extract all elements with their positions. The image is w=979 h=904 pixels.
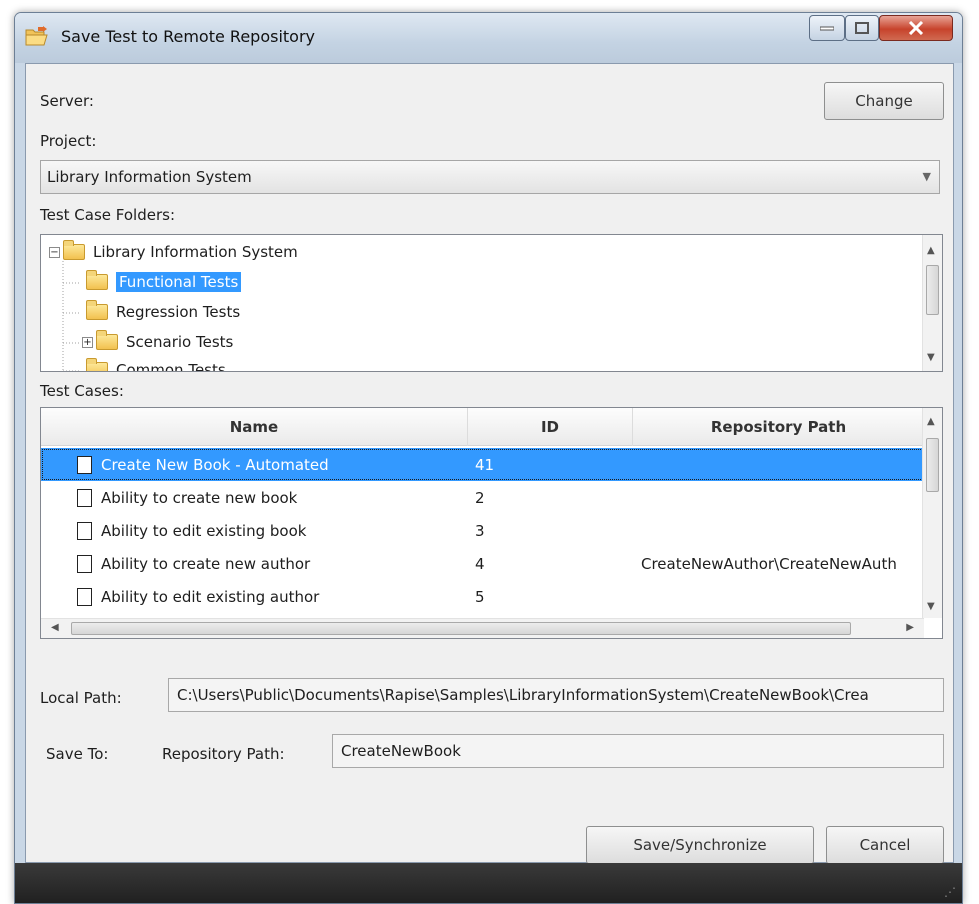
tree-node-label: Functional Tests bbox=[116, 272, 242, 292]
expand-icon[interactable]: + bbox=[82, 336, 93, 348]
tree-node-label: Regression Tests bbox=[116, 303, 241, 321]
row-path bbox=[641, 580, 923, 613]
close-button[interactable] bbox=[879, 15, 953, 41]
table-row[interactable]: Ability to create new author 4 CreateNew… bbox=[41, 547, 924, 580]
document-icon bbox=[77, 587, 92, 606]
scroll-left-icon[interactable]: ◀ bbox=[51, 622, 59, 633]
project-label: Project: bbox=[40, 132, 97, 150]
tree-node-functional-tests[interactable]: Functional Tests bbox=[86, 269, 242, 295]
project-selected-value: Library Information System bbox=[47, 168, 252, 186]
row-name: Ability to create new book bbox=[101, 488, 298, 507]
tree-node-label: Common Tests bbox=[116, 361, 226, 372]
local-path-label: Local Path: bbox=[40, 689, 122, 707]
row-id: 5 bbox=[475, 587, 485, 606]
scroll-thumb[interactable] bbox=[926, 438, 939, 492]
row-id: 41 bbox=[475, 455, 495, 474]
folders-label: Test Case Folders: bbox=[40, 206, 176, 224]
folder-icon bbox=[96, 330, 118, 350]
scroll-thumb[interactable] bbox=[926, 265, 939, 315]
save-to-label: Save To: bbox=[46, 745, 109, 763]
change-button[interactable]: Change bbox=[824, 82, 944, 120]
row-id: 3 bbox=[475, 521, 485, 540]
cell-name: Ability to edit existing book bbox=[77, 514, 467, 547]
tree-node-regression-tests[interactable]: Regression Tests bbox=[86, 299, 240, 325]
tree-node-scenario-tests[interactable]: + Scenario Tests bbox=[82, 329, 233, 355]
row-path: CreateNewAuthor\CreateNewAuth bbox=[641, 554, 897, 573]
scroll-thumb[interactable] bbox=[71, 622, 851, 635]
status-bar: ⋰ bbox=[15, 863, 962, 903]
document-icon bbox=[77, 521, 92, 540]
save-synchronize-button[interactable]: Save/Synchronize bbox=[586, 826, 814, 864]
project-dropdown[interactable]: Library Information System ▼ bbox=[40, 160, 940, 194]
folder-icon bbox=[86, 270, 108, 290]
row-name: Create New Book - Automated bbox=[101, 455, 329, 474]
maximize-icon bbox=[855, 22, 869, 34]
cell-name: Ability to edit existing author bbox=[77, 580, 467, 613]
table-row[interactable]: Create New Book - Automated 41 bbox=[41, 448, 924, 481]
local-path-field[interactable]: C:\Users\Public\Documents\Rapise\Samples… bbox=[168, 678, 944, 712]
minimize-button[interactable] bbox=[809, 15, 845, 41]
title-bar[interactable]: Save Test to Remote Repository bbox=[15, 13, 962, 63]
dialog-body: Server: Change Project: Library Informat… bbox=[25, 63, 954, 864]
tree-node-common-tests[interactable]: Common Tests bbox=[86, 357, 226, 372]
grid-vertical-scrollbar[interactable]: ▲ ▼ bbox=[922, 408, 942, 618]
close-icon bbox=[908, 21, 924, 35]
row-path bbox=[641, 514, 923, 547]
row-name: Ability to edit existing book bbox=[101, 521, 307, 540]
document-icon bbox=[77, 455, 92, 474]
tree-scrollbar[interactable]: ▲ ▼ bbox=[922, 235, 942, 371]
cancel-button[interactable]: Cancel bbox=[826, 826, 944, 864]
scroll-down-icon[interactable]: ▼ bbox=[927, 601, 935, 612]
cell-name: Ability to create new book bbox=[77, 481, 467, 514]
scroll-up-icon[interactable]: ▲ bbox=[927, 416, 935, 427]
grid-horizontal-scrollbar[interactable]: ◀ ▶ bbox=[41, 618, 924, 638]
cell-name: Ability to create new author bbox=[77, 547, 467, 580]
tree-node-label: Scenario Tests bbox=[126, 333, 234, 351]
table-row[interactable]: Ability to edit existing author 5 bbox=[41, 580, 924, 613]
folder-icon bbox=[63, 240, 85, 260]
document-icon bbox=[77, 488, 92, 507]
resize-grip-icon[interactable]: ⋰ bbox=[944, 885, 956, 899]
table-row[interactable]: Ability to edit existing book 3 bbox=[41, 514, 924, 547]
folder-open-icon bbox=[25, 26, 48, 46]
row-name: Ability to edit existing author bbox=[101, 587, 320, 606]
column-header-name[interactable]: Name bbox=[41, 408, 468, 446]
scroll-up-icon[interactable]: ▲ bbox=[927, 245, 935, 256]
test-cases-grid[interactable]: Name ID Repository Path Create New Book … bbox=[40, 407, 943, 639]
server-label: Server: bbox=[40, 92, 94, 110]
repository-path-label: Repository Path: bbox=[162, 745, 285, 763]
tree-node-label: Library Information System bbox=[93, 243, 298, 261]
document-icon bbox=[77, 554, 92, 573]
cell-name: Create New Book - Automated bbox=[77, 448, 467, 481]
row-path bbox=[641, 481, 923, 514]
repository-path-field[interactable]: CreateNewBook bbox=[332, 734, 944, 768]
column-header-id[interactable]: ID bbox=[468, 408, 633, 446]
scroll-down-icon[interactable]: ▼ bbox=[927, 352, 935, 363]
minimize-icon bbox=[820, 26, 834, 31]
grid-header: Name ID Repository Path bbox=[41, 408, 924, 446]
tree-node-root[interactable]: − Library Information System bbox=[49, 239, 298, 265]
scroll-right-icon[interactable]: ▶ bbox=[906, 622, 914, 633]
row-path bbox=[641, 448, 923, 481]
chevron-down-icon: ▼ bbox=[922, 170, 931, 183]
table-row[interactable]: Ability to create new book 2 bbox=[41, 481, 924, 514]
dialog-window: Save Test to Remote Repository Server: C… bbox=[14, 12, 963, 904]
window-title: Save Test to Remote Repository bbox=[61, 27, 315, 46]
row-id: 2 bbox=[475, 488, 485, 507]
row-id: 4 bbox=[475, 554, 485, 573]
row-name: Ability to create new author bbox=[101, 554, 311, 573]
folder-icon bbox=[86, 358, 108, 371]
collapse-icon[interactable]: − bbox=[49, 246, 60, 258]
folder-tree[interactable]: − Library Information System Functional … bbox=[40, 234, 943, 372]
column-header-repository-path[interactable]: Repository Path bbox=[633, 408, 924, 446]
test-cases-label: Test Cases: bbox=[40, 382, 124, 400]
maximize-button[interactable] bbox=[845, 15, 879, 41]
folder-icon bbox=[86, 300, 108, 320]
